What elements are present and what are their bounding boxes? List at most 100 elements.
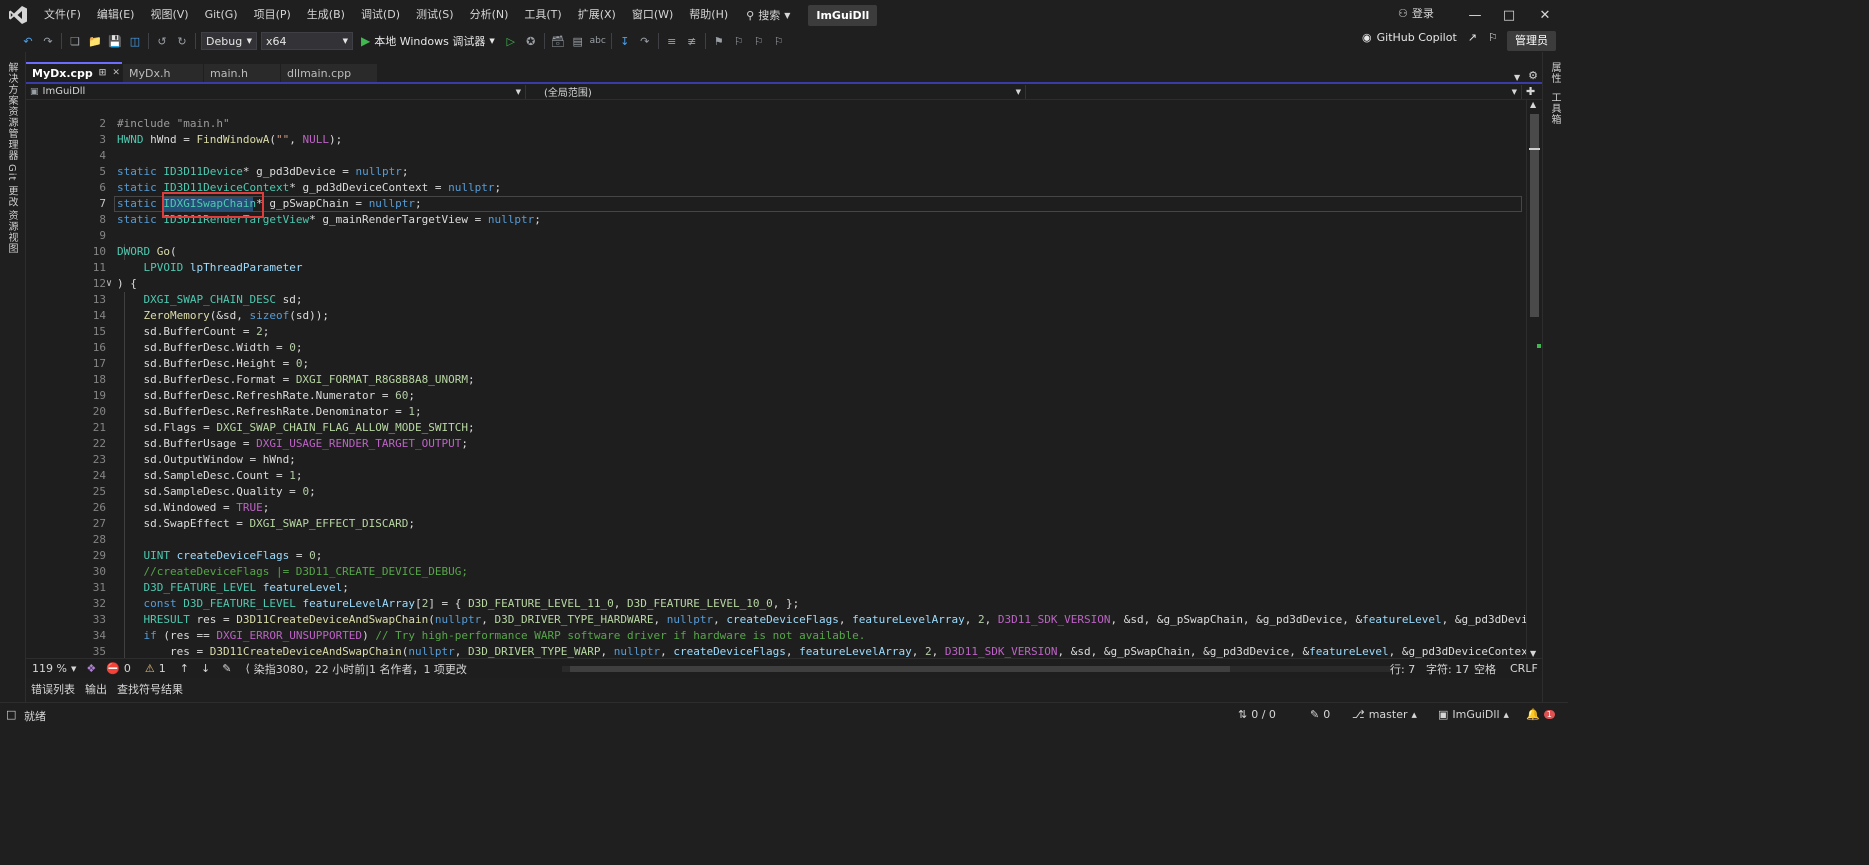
repository-button[interactable]: ▣ ImGuiDll ▲ — [1438, 708, 1509, 721]
tab-dllmain-cpp[interactable]: dllmain.cpp — [281, 64, 377, 82]
code-token: sd.BufferDesc.Width = — [117, 341, 290, 354]
menu-window[interactable]: 窗口(W) — [624, 0, 681, 30]
configuration-select[interactable]: Debug ▼ — [201, 32, 257, 50]
open-file-icon[interactable]: 📁 — [85, 31, 105, 51]
horizontal-scrollbar[interactable] — [562, 666, 1392, 672]
start-debugging-button[interactable]: ▶ 本地 Windows 调试器 ▼ — [355, 33, 501, 49]
redo-icon[interactable]: ↻ — [172, 31, 192, 51]
menu-file[interactable]: 文件(F) — [36, 0, 89, 30]
bookmark-icon[interactable]: ⚑ — [709, 31, 729, 51]
git-changes-tab[interactable]: Git 更改 — [4, 164, 19, 208]
error-count[interactable]: 0 — [124, 662, 131, 675]
resource-view-tab[interactable]: 资源视图 — [4, 210, 19, 254]
save-all-icon[interactable]: ◫ — [125, 31, 145, 51]
zoom-select[interactable]: 119 % ▼ — [26, 662, 82, 675]
menu-project[interactable]: 项目(P) — [246, 0, 299, 30]
scrollbar-thumb[interactable] — [1530, 114, 1539, 317]
warning-count[interactable]: 1 — [159, 662, 166, 675]
project-select[interactable]: ▣ ImGuiDll ▼ — [26, 84, 526, 99]
code-line: 28 — [26, 532, 1526, 548]
menu-build[interactable]: 生成(B) — [299, 0, 353, 30]
tab-main-h[interactable]: main.h — [204, 64, 280, 82]
close-icon[interactable]: ✕ — [112, 68, 120, 78]
hot-reload-icon[interactable]: ✪ — [521, 31, 541, 51]
menu-git[interactable]: Git(G) — [197, 0, 246, 30]
pin-icon[interactable]: ⊞ — [99, 68, 107, 78]
error-icon[interactable]: ⛔ — [106, 662, 120, 675]
start-without-debugging-icon[interactable]: ▷ — [501, 31, 521, 51]
pending-changes-button[interactable]: ✎ 0 — [1310, 708, 1330, 721]
undo-icon[interactable]: ↺ — [152, 31, 172, 51]
visual-studio-logo-icon[interactable] — [0, 0, 36, 30]
github-copilot-button[interactable]: ◉ GitHub Copilot ↗ ⚐ — [1362, 31, 1498, 44]
fold-toggle-icon[interactable]: ∨ — [106, 276, 116, 292]
column-indicator[interactable]: 字符: 17 — [1426, 661, 1469, 677]
platform-select[interactable]: x64 ▼ — [261, 32, 353, 50]
menu-tools[interactable]: 工具(T) — [516, 0, 569, 30]
tab-mydx-cpp[interactable]: MyDx.cpp ⊞ ✕ — [26, 62, 122, 82]
uncomment-icon[interactable]: ≢ — [682, 31, 702, 51]
code-token: , &sd, &g_pSwapChain, &g_pd3dDevice, & — [1110, 613, 1363, 626]
line-ending-indicator[interactable]: CRLF — [1510, 662, 1538, 675]
toolbar-separator — [543, 33, 545, 49]
line-indicator[interactable]: 行: 7 — [1390, 661, 1415, 677]
horizontal-scrollbar-thumb[interactable] — [570, 666, 1230, 672]
code-editor[interactable]: #include "main.h" 123HWND hWnd = FindWin… — [26, 100, 1526, 658]
menu-analyze[interactable]: 分析(N) — [462, 0, 517, 30]
clear-bookmarks-icon[interactable]: ⚐ — [769, 31, 789, 51]
step-over-icon[interactable]: ↷ — [635, 31, 655, 51]
navigate-back-icon[interactable]: ↶ — [18, 31, 38, 51]
browse-icon[interactable]: 🗃 — [548, 31, 568, 51]
menu-view[interactable]: 视图(V) — [142, 0, 196, 30]
previous-bookmark-icon[interactable]: ⚐ — [729, 31, 749, 51]
toolbox-tab[interactable]: 工具箱 — [1547, 92, 1562, 125]
menu-edit[interactable]: 编辑(E) — [89, 0, 143, 30]
solution-name[interactable]: ImGuiDll — [808, 4, 878, 26]
menu-help[interactable]: 帮助(H) — [681, 0, 736, 30]
scroll-down-icon[interactable]: ▼ — [1530, 649, 1536, 658]
solution-explorer-tab[interactable]: 解决方案资源管理器 — [4, 62, 19, 161]
tab-find-symbol-results[interactable]: 查找符号结果 — [112, 681, 188, 697]
close-window-button[interactable]: ✕ — [1522, 0, 1568, 30]
notifications-button[interactable]: 🔔 1 — [1526, 708, 1555, 721]
whitespace-indicator[interactable]: 空格 — [1474, 661, 1496, 677]
save-icon[interactable]: 💾 — [105, 31, 125, 51]
line-number: 10 — [92, 245, 106, 258]
spell-check-icon[interactable]: abc — [588, 31, 608, 51]
step-into-icon[interactable]: ↧ — [615, 31, 635, 51]
vertical-scrollbar[interactable]: ▲ ▼ — [1526, 100, 1542, 658]
code-token: DXGI_USAGE_RENDER_TARGET_OUTPUT — [256, 437, 462, 450]
tab-error-list[interactable]: 错误列表 — [26, 681, 80, 697]
new-project-icon[interactable]: ❏ — [65, 31, 85, 51]
previous-icon[interactable]: ⟨ — [245, 662, 249, 675]
next-bookmark-icon[interactable]: ⚐ — [749, 31, 769, 51]
code-cleanup-icon[interactable]: ❖ — [86, 662, 96, 675]
member-select[interactable]: ▼ — [1026, 84, 1522, 99]
search-button[interactable]: ⚲ 搜索 ▼ — [736, 7, 800, 23]
warning-icon[interactable]: ⚠ — [145, 662, 155, 675]
comment-icon[interactable]: ≡ — [662, 31, 682, 51]
branch-button[interactable]: ⎇ master ▲ — [1352, 708, 1417, 721]
brush-icon[interactable]: ✎ — [222, 662, 231, 675]
tab-mydx-h[interactable]: MyDx.h — [123, 64, 203, 82]
menu-extensions[interactable]: 扩展(X) — [570, 0, 624, 30]
navigate-forward-icon[interactable]: ↷ — [38, 31, 58, 51]
split-editor-icon[interactable]: ✚ — [1526, 85, 1535, 98]
git-blame-info[interactable]: 染指3080，22 小时前|1 名作者，1 项更改 — [254, 661, 467, 677]
git-sync-button[interactable]: ⇅ 0 / 0 — [1238, 708, 1276, 721]
menu-test[interactable]: 测试(S) — [408, 0, 462, 30]
code-line: 15 sd.BufferCount = 2; — [26, 324, 1526, 340]
next-issue-icon[interactable]: ↓ — [201, 662, 210, 675]
code-line: 33 HRESULT res = D3D11CreateDeviceAndSwa… — [26, 612, 1526, 628]
scroll-up-icon[interactable]: ▲ — [1530, 100, 1536, 109]
login-button[interactable]: ⚇ 登录 — [1398, 5, 1434, 21]
line-number: 14 — [92, 309, 106, 322]
menu-debug[interactable]: 调试(D) — [353, 0, 408, 30]
tab-output[interactable]: 输出 — [80, 681, 112, 697]
tab-list-dropdown-icon[interactable]: ▼ — [1514, 73, 1520, 82]
gear-icon[interactable]: ⚙ — [1528, 69, 1538, 82]
properties-tab[interactable]: 属性 — [1547, 62, 1562, 84]
previous-issue-icon[interactable]: ↑ — [180, 662, 189, 675]
scope-select[interactable]: (全局范围) ▼ — [526, 84, 1026, 99]
layout-icon[interactable]: ▤ — [568, 31, 588, 51]
